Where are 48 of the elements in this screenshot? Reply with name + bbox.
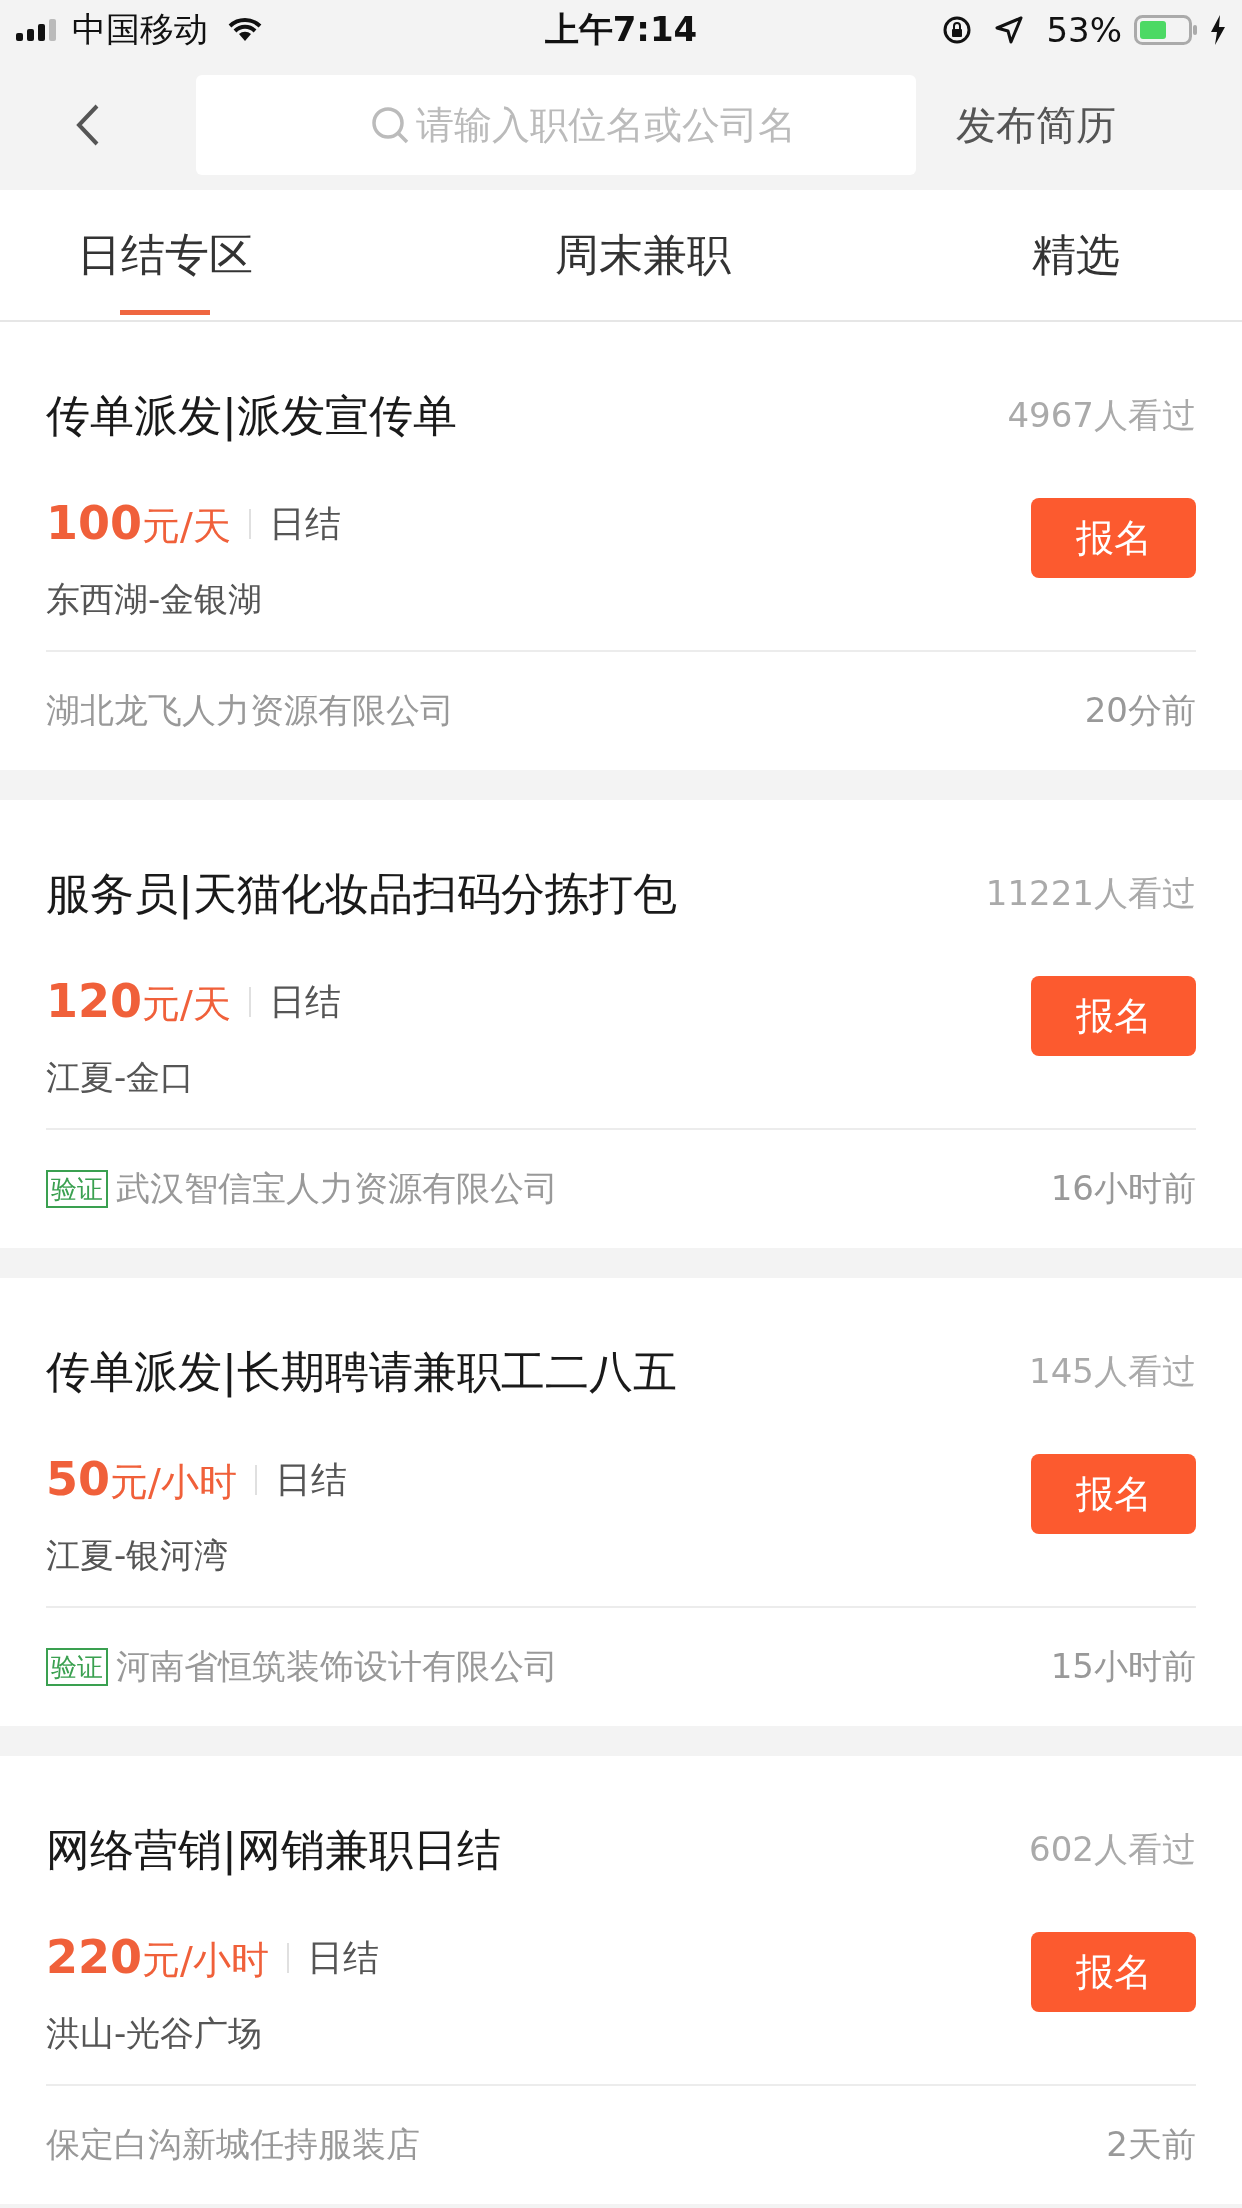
view-count: 4967人看过 <box>1007 394 1196 437</box>
back-icon[interactable] <box>76 103 100 147</box>
battery-percent: 53% <box>1046 10 1122 50</box>
charging-bolt-icon <box>1210 15 1226 45</box>
company-name: 河南省恒筑装饰设计有限公司 <box>116 1645 558 1688</box>
post-resume-link[interactable]: 发布简历 <box>956 97 1116 153</box>
carrier-name: 中国移动 <box>72 8 208 51</box>
job-location: 江夏-银河湾 <box>46 1534 230 1577</box>
company-name: 保定白沟新城任持服装店 <box>46 2123 420 2166</box>
settlement-type: 日结 <box>268 501 341 546</box>
job-location: 洪山-光谷广场 <box>46 2012 264 2055</box>
verified-badge: 验证 <box>46 1170 108 1208</box>
post-time: 2天前 <box>1106 2123 1196 2166</box>
job-location: 东西湖-金银湖 <box>46 578 264 621</box>
company-name: 湖北龙飞人力资源有限公司 <box>46 689 454 732</box>
view-count: 145人看过 <box>1029 1350 1196 1393</box>
job-card[interactable]: 网络营销|网销兼职日结 602人看过 220元/小时 日结 洪山-光谷广场 报名 保定白沟新城任持服装店 2天前 <box>0 1756 1242 2204</box>
view-count: 11221人看过 <box>985 872 1196 915</box>
job-title: 传单派发|长期聘请兼职工二八五 <box>46 1344 677 1400</box>
post-time: 20分前 <box>1084 689 1196 732</box>
wifi-icon <box>228 17 262 43</box>
pay-rate: 100元/天 <box>46 496 231 552</box>
job-card[interactable]: 传单派发|长期聘请兼职工二八五 145人看过 50元/小时 日结 江夏-银河湾 报名 验证 河南省恒筑装饰设计有限公司 15小时前 <box>0 1278 1242 1726</box>
verified-badge: 验证 <box>46 1648 108 1686</box>
battery-icon <box>1134 15 1198 45</box>
tab[interactable]: 精选 <box>1032 190 1120 320</box>
job-card[interactable]: 服务员|天猫化妆品扫码分拣打包 11221人看过 120元/天 日结 江夏-金口 报名 验证 武汉智信宝人力资源有限公司 16小时前 <box>0 800 1242 1248</box>
tab[interactable]: 周末兼职 <box>554 190 731 320</box>
status-time: 上午7:14 <box>544 8 698 51</box>
pay-rate: 220元/小时 <box>46 1930 269 1986</box>
job-title: 传单派发|派发宣传单 <box>46 388 457 444</box>
company-name: 武汉智信宝人力资源有限公司 <box>116 1167 558 1210</box>
post-time: 15小时前 <box>1050 1645 1196 1688</box>
pay-rate: 120元/天 <box>46 974 231 1030</box>
view-count: 602人看过 <box>1029 1828 1196 1871</box>
search-field[interactable]: 请输入职位名或公司名 <box>196 75 916 175</box>
rotation-lock-icon <box>942 15 973 45</box>
job-title: 服务员|天猫化妆品扫码分拣打包 <box>46 866 677 922</box>
pay-rate: 50元/小时 <box>46 1452 237 1508</box>
job-title: 网络营销|网销兼职日结 <box>46 1822 501 1878</box>
job-location: 江夏-金口 <box>46 1056 196 1099</box>
settlement-type: 日结 <box>268 979 341 1024</box>
job-card[interactable]: 传单派发|派发宣传单 4967人看过 100元/天 日结 东西湖-金银湖 报名 湖北龙飞人力资源有限公司 20分前 <box>0 322 1242 770</box>
settlement-type: 日结 <box>274 1457 347 1502</box>
post-time: 16小时前 <box>1050 1167 1196 1210</box>
location-arrow-icon <box>994 15 1025 45</box>
settlement-type: 日结 <box>306 1935 379 1980</box>
search-icon <box>370 105 410 145</box>
